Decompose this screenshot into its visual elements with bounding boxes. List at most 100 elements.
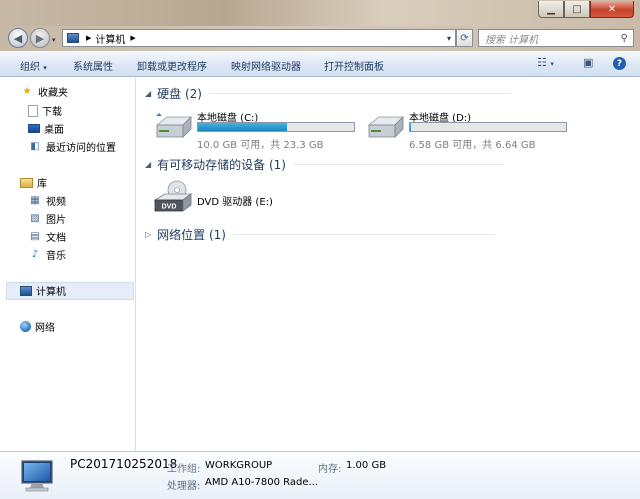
sidebar-label-pictures: 图片 <box>46 215 66 226</box>
group-title-removable: 有可移动存储的设备 (1) <box>157 157 286 172</box>
video-icon: ▦ <box>30 195 40 206</box>
collapse-triangle-icon: ◢ <box>145 159 152 169</box>
group-divider <box>233 233 494 235</box>
workgroup-label: 工作组: <box>167 464 201 475</box>
address-dropdown-icon[interactable]: ▾ <box>447 34 451 43</box>
sidebar-label-favorites: 收藏夹 <box>38 88 68 99</box>
sidebar-item-pictures[interactable]: ▧ 图片 <box>28 210 66 227</box>
maximize-icon: □ <box>572 3 582 15</box>
sidebar-label-computer: 计算机 <box>36 287 66 298</box>
group-title-hdd: 硬盘 (2) <box>157 86 202 101</box>
music-icon: ♪ <box>31 249 39 260</box>
refresh-button[interactable]: ⟳ <box>456 29 473 47</box>
map-drive-button[interactable]: 映射网络驱动器 <box>231 58 301 73</box>
drive-dvd[interactable]: DVD DVD 驱动器 (E:) <box>153 180 353 220</box>
navigation-pane: ★ 收藏夹 下载 桌面 ◧ 最近访问的位置 库 ▦ 视频 ▧ 图片 ▤ 文档 ♪ 音乐 计算… <box>0 77 136 451</box>
group-divider <box>293 163 504 165</box>
minimize-icon: ▁ <box>547 3 555 15</box>
workgroup-value: WORKGROUP <box>205 460 273 471</box>
sidebar-label-network: 网络 <box>35 323 55 334</box>
dvd-drive-name: DVD 驱动器 (E:) <box>197 197 273 208</box>
drive-usage-bar <box>197 122 355 132</box>
content-pane: ◢ 硬盘 (2) 本地磁盘 (C:) 10.0 GB 可用，共 23.3 GB … <box>137 77 640 451</box>
organize-label: 组织 <box>20 62 40 73</box>
sidebar-label-libraries: 库 <box>37 179 47 190</box>
arrow-right-icon: ▶ <box>35 31 45 45</box>
system-properties-button[interactable]: 系统属性 <box>73 58 113 73</box>
cpu-value: AMD A10-7800 Rade... <box>205 477 319 488</box>
drive-usage-fill <box>198 123 288 131</box>
drive-usage-fill <box>410 123 412 131</box>
sidebar-label-videos: 视频 <box>46 197 66 208</box>
hard-drive-icon <box>155 113 192 138</box>
drive-c[interactable]: 本地磁盘 (C:) 10.0 GB 可用，共 23.3 GB <box>153 109 373 151</box>
forward-button[interactable]: ▶ <box>30 28 50 48</box>
minimize-button[interactable]: ▁ <box>538 1 564 18</box>
collapse-triangle-icon: ◢ <box>145 88 152 98</box>
search-icon: ⚲ <box>620 32 628 44</box>
cpu-label: 处理器: <box>167 481 201 492</box>
sidebar-item-computer[interactable]: 计算机 <box>20 282 66 299</box>
preview-pane-icon[interactable]: ▣ <box>583 56 593 69</box>
control-panel-button[interactable]: 打开控制面板 <box>324 58 384 73</box>
command-bar: 组织 ▾ 系统属性 卸载或更改程序 映射网络驱动器 打开控制面板 ☷ ▾ ▣ ? <box>0 51 640 77</box>
view-options-icon[interactable]: ☷ ▾ <box>537 56 554 69</box>
libraries-folder-icon <box>20 177 33 188</box>
drive-space-info: 10.0 GB 可用，共 23.3 GB <box>197 140 324 151</box>
group-header-removable[interactable]: ◢ 有可移动存储的设备 (1) <box>145 156 504 172</box>
hard-drive-icon <box>367 116 404 138</box>
search-placeholder: 搜索 计算机 <box>485 34 539 46</box>
computer-large-icon <box>21 460 53 492</box>
sidebar-item-downloads[interactable]: 下载 <box>28 102 62 119</box>
group-header-hdd[interactable]: ◢ 硬盘 (2) <box>145 85 510 101</box>
window-controls: ▁ □ ✕ <box>538 1 634 18</box>
sidebar-item-libraries[interactable]: 库 <box>20 174 47 191</box>
close-button[interactable]: ✕ <box>590 1 634 18</box>
uninstall-button[interactable]: 卸载或更改程序 <box>137 58 207 73</box>
downloads-folder-icon <box>28 104 38 117</box>
search-input[interactable]: 搜索 计算机 ⚲ <box>478 29 634 47</box>
refresh-icon: ⟳ <box>460 32 469 44</box>
computer-icon <box>67 33 79 43</box>
title-bar: ▁ □ ✕ <box>0 0 640 26</box>
sidebar-item-recent[interactable]: ◧ 最近访问的位置 <box>28 138 116 155</box>
star-icon: ★ <box>22 86 32 97</box>
help-icon[interactable]: ? <box>613 57 626 70</box>
dvd-drive-icon: DVD <box>153 180 193 212</box>
dvd-badge-text: DVD <box>162 204 177 211</box>
close-icon: ✕ <box>607 3 617 15</box>
group-title-network: 网络位置 (1) <box>157 227 226 242</box>
arrow-left-icon: ◀ <box>13 31 23 45</box>
sidebar-label-downloads: 下载 <box>42 107 62 118</box>
address-row: ◀ ▶ ▾ ▶ 计算机 ▶ ▾ ⟳ 搜索 计算机 ⚲ <box>0 26 640 51</box>
drive-space-info: 6.58 GB 可用，共 6.64 GB <box>409 140 536 151</box>
recent-pages-chevron-icon[interactable]: ▾ <box>52 36 56 44</box>
address-bar[interactable]: ▶ 计算机 ▶ ▾ <box>62 29 456 47</box>
pc-name: PC201710252018 <box>70 457 178 471</box>
sidebar-item-music[interactable]: ♪ 音乐 <box>28 246 66 263</box>
picture-icon: ▧ <box>30 213 40 224</box>
memory-value: 1.00 GB <box>346 460 387 471</box>
sidebar-item-network[interactable]: 网络 <box>20 318 55 335</box>
back-button[interactable]: ◀ <box>8 28 28 48</box>
maximize-button[interactable]: □ <box>564 1 590 18</box>
sidebar-item-documents[interactable]: ▤ 文档 <box>28 228 66 245</box>
recent-places-icon: ◧ <box>30 141 40 152</box>
sidebar-item-desktop[interactable]: 桌面 <box>28 120 64 137</box>
group-header-network[interactable]: ▷ 网络位置 (1) <box>145 226 494 242</box>
sidebar-label-music: 音乐 <box>46 251 66 262</box>
organize-button[interactable]: 组织 ▾ <box>20 58 47 73</box>
sidebar-item-videos[interactable]: ▦ 视频 <box>28 192 66 209</box>
memory-label: 内存: <box>318 464 342 475</box>
breadcrumb-computer[interactable]: 计算机 <box>95 31 125 46</box>
chevron-down-icon: ▾ <box>43 64 47 72</box>
computer-icon <box>20 285 32 296</box>
drive-d[interactable]: 本地磁盘 (D:) 6.58 GB 可用，共 6.64 GB <box>365 109 585 151</box>
document-icon: ▤ <box>30 231 40 242</box>
breadcrumb-separator-icon: ▶ <box>86 34 92 42</box>
network-globe-icon <box>20 321 31 332</box>
sidebar-label-documents: 文档 <box>46 233 66 244</box>
sidebar-label-desktop: 桌面 <box>44 125 64 136</box>
breadcrumb-chevron-icon[interactable]: ▶ <box>130 34 135 42</box>
sidebar-item-favorites[interactable]: ★ 收藏夹 <box>20 83 68 100</box>
